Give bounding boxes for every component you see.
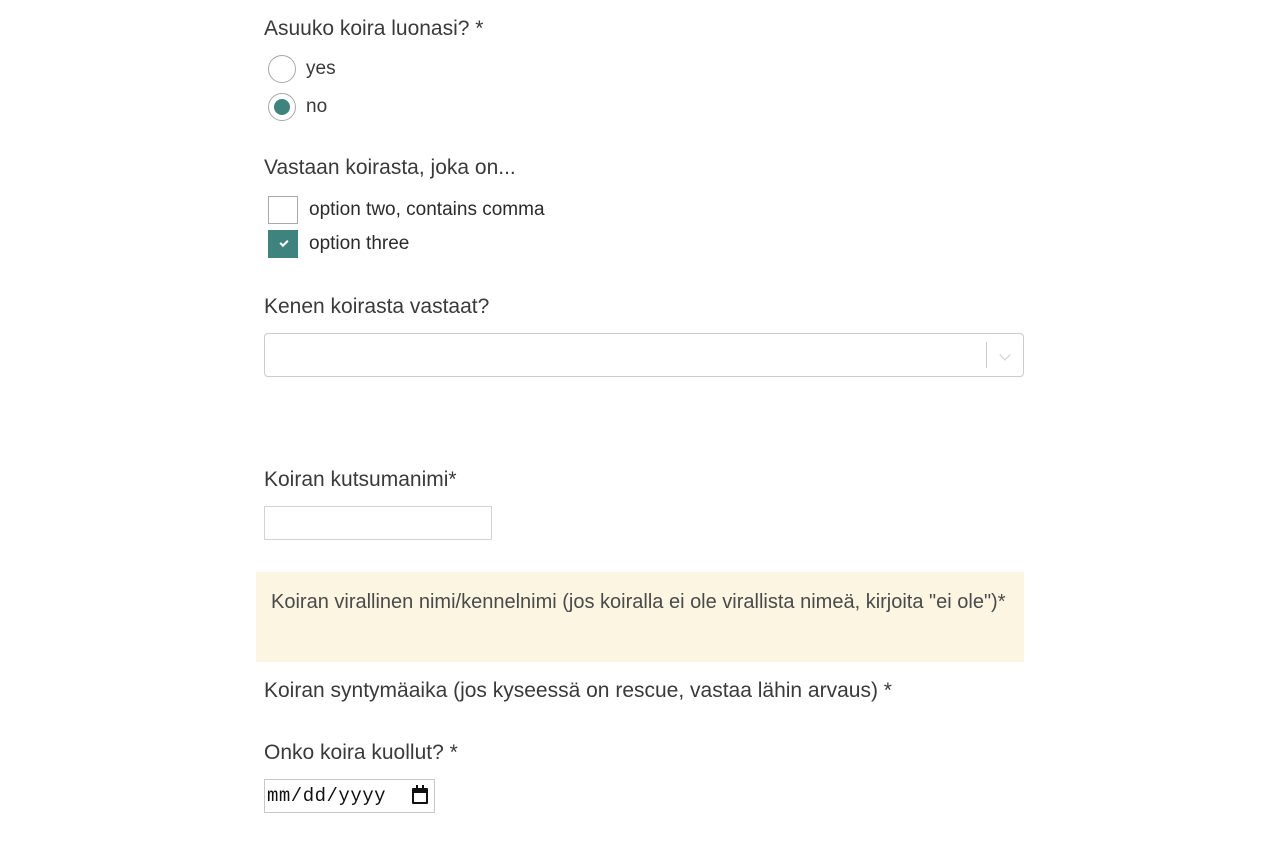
radio-no[interactable] <box>268 93 296 121</box>
radio-option-yes[interactable]: yes <box>268 53 336 85</box>
calendar-icon[interactable] <box>412 785 428 804</box>
radio-yes[interactable] <box>268 55 296 83</box>
deceased-date-input[interactable]: mm/dd/yyyy <box>264 779 435 813</box>
checkbox-three[interactable] <box>268 230 298 258</box>
chevron-down-icon[interactable] <box>999 349 1011 361</box>
official-name-notice: Koiran virallinen nimi/kennelnimi (jos k… <box>256 572 1024 662</box>
radio-label-no: no <box>306 96 328 117</box>
call-name-input[interactable] <box>264 506 492 540</box>
date-placeholder: mm/dd/yyyy <box>267 785 387 807</box>
radio-label-yes: yes <box>306 58 336 79</box>
birth-date-question-label: Koiran syntymäaika (jos kyseessä on resc… <box>264 679 892 702</box>
select-separator <box>986 342 987 368</box>
responsible-for-question-label: Vastaan koirasta, joka on... <box>264 156 516 179</box>
checkbox-two[interactable] <box>268 196 298 224</box>
whose-dog-select[interactable] <box>264 333 1024 377</box>
checkbox-label-three: option three <box>309 233 410 254</box>
checkbox-option-two[interactable]: option two, contains comma <box>268 194 545 226</box>
radio-option-no[interactable]: no <box>268 91 327 123</box>
official-name-question-label: Koiran virallinen nimi/kennelnimi (jos k… <box>271 591 1006 613</box>
whose-dog-question-label: Kenen koirasta vastaat? <box>264 295 490 318</box>
checkbox-label-two: option two, contains comma <box>309 199 545 220</box>
deceased-question-label: Onko koira kuollut? * <box>264 741 458 764</box>
checkbox-option-three[interactable]: option three <box>268 228 409 260</box>
call-name-question-label: Koiran kutsumanimi* <box>264 468 457 491</box>
lives-with-question-label: Asuuko koira luonasi? * <box>264 17 484 40</box>
